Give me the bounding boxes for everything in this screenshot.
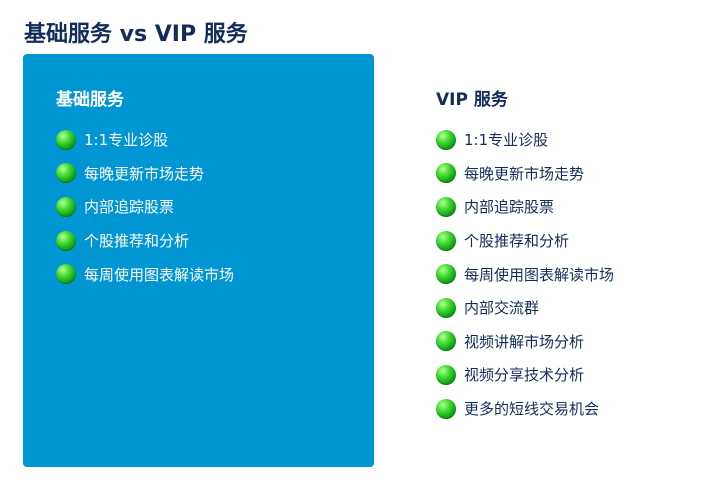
green-dot-icon bbox=[56, 230, 76, 251]
basic-service-panel: 基础服务 1:1专业诊股 每晚更新市场走势 内部追踪股票 个股推荐和分析 每周使… bbox=[23, 54, 374, 467]
basic-feature-item: 内部追踪股票 bbox=[56, 190, 374, 224]
vip-service-panel: VIP 服务 1:1专业诊股 每晚更新市场走势 内部追踪股票 个股推荐和分析 每… bbox=[414, 54, 704, 467]
basic-feature-label: 每周使用图表解读市场 bbox=[84, 265, 235, 284]
green-dot-icon bbox=[436, 364, 456, 385]
basic-feature-label: 1:1专业诊股 bbox=[84, 131, 169, 150]
green-dot-icon bbox=[436, 230, 456, 251]
basic-feature-item: 每周使用图表解读市场 bbox=[56, 257, 374, 291]
basic-feature-label: 个股推荐和分析 bbox=[84, 232, 190, 251]
green-dot-icon bbox=[436, 264, 456, 285]
green-dot-icon bbox=[56, 264, 76, 285]
vip-feature-label: 每晚更新市场走势 bbox=[464, 164, 585, 183]
vip-feature-item: 1:1专业诊股 bbox=[436, 123, 704, 157]
vip-feature-label: 1:1专业诊股 bbox=[464, 131, 549, 150]
vip-feature-label: 更多的短线交易机会 bbox=[464, 400, 600, 419]
vip-feature-item: 个股推荐和分析 bbox=[436, 224, 704, 258]
basic-panel-title: 基础服务 bbox=[56, 90, 124, 110]
vip-feature-label: 每周使用图表解读市场 bbox=[464, 265, 615, 284]
vip-feature-label: 视频分享技术分析 bbox=[464, 366, 585, 385]
basic-feature-label: 内部追踪股票 bbox=[84, 198, 175, 217]
basic-feature-item: 每晚更新市场走势 bbox=[56, 157, 374, 191]
vip-feature-item: 内部追踪股票 bbox=[436, 190, 704, 224]
vip-panel-title: VIP 服务 bbox=[436, 90, 508, 110]
page: 基础服务 vs VIP 服务 基础服务 1:1专业诊股 每晚更新市场走势 内部追… bbox=[0, 0, 719, 492]
vip-feature-item: 视频分享技术分析 bbox=[436, 358, 704, 392]
vip-feature-label: 个股推荐和分析 bbox=[464, 232, 570, 251]
green-dot-icon bbox=[56, 129, 76, 150]
green-dot-icon bbox=[56, 196, 76, 217]
green-dot-icon bbox=[436, 398, 456, 419]
page-title: 基础服务 vs VIP 服务 bbox=[24, 22, 248, 47]
vip-feature-item: 每周使用图表解读市场 bbox=[436, 257, 704, 291]
vip-feature-label: 内部交流群 bbox=[464, 299, 540, 318]
vip-feature-item: 内部交流群 bbox=[436, 291, 704, 325]
basic-feature-item: 1:1专业诊股 bbox=[56, 123, 374, 157]
green-dot-icon bbox=[436, 331, 456, 352]
vip-feature-label: 视频讲解市场分析 bbox=[464, 332, 585, 351]
vip-feature-list: 1:1专业诊股 每晚更新市场走势 内部追踪股票 个股推荐和分析 每周使用图表解读… bbox=[436, 123, 704, 425]
vip-feature-item: 视频讲解市场分析 bbox=[436, 325, 704, 359]
green-dot-icon bbox=[436, 297, 456, 318]
basic-feature-list: 1:1专业诊股 每晚更新市场走势 内部追踪股票 个股推荐和分析 每周使用图表解读… bbox=[56, 123, 374, 291]
basic-feature-item: 个股推荐和分析 bbox=[56, 224, 374, 258]
vip-feature-label: 内部追踪股票 bbox=[464, 198, 555, 217]
green-dot-icon bbox=[436, 129, 456, 150]
vip-feature-item: 更多的短线交易机会 bbox=[436, 392, 704, 426]
green-dot-icon bbox=[56, 163, 76, 184]
basic-feature-label: 每晚更新市场走势 bbox=[84, 164, 205, 183]
vip-feature-item: 每晚更新市场走势 bbox=[436, 157, 704, 191]
green-dot-icon bbox=[436, 163, 456, 184]
green-dot-icon bbox=[436, 196, 456, 217]
